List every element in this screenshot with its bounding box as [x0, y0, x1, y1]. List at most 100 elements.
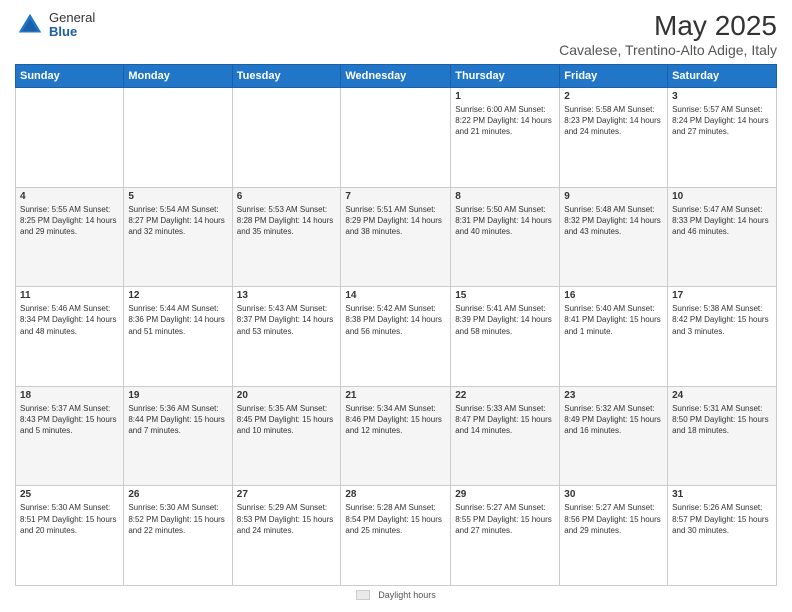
calendar-cell: 30 Sunrise: 5:27 AM Sunset: 8:56 PM Dayli… — [560, 486, 668, 586]
day-number: 10 — [672, 191, 772, 202]
calendar-cell: 6 Sunrise: 5:53 AM Sunset: 8:28 PM Daylig… — [232, 187, 341, 287]
day-number: 28 — [345, 489, 446, 500]
calendar-cell: 18Sunrise: 5:37 AM Sunset: 8:43 PM Dayli… — [16, 386, 124, 486]
header-row: SundayMondayTuesdayWednesdayThursdayFrid… — [16, 65, 777, 88]
calendar-cell: 1Sunrise: 6:00 AM Sunset: 8:22 PM Daylig… — [451, 88, 560, 188]
calendar-cell: 29Sunrise: 5:27 AM Sunset: 8:55 PM Dayli… — [451, 486, 560, 586]
logo-icon — [15, 10, 45, 40]
day-number: 30 — [564, 489, 663, 500]
day-info: Sunrise: 5:55 AM Sunset: 8:25 PM Dayligh… — [20, 204, 119, 238]
day-number: 27 — [237, 489, 337, 500]
calendar-cell: 10 Sunrise: 5:47 AM Sunset: 8:33 PM Dayli… — [668, 187, 777, 287]
calendar-cell: 9Sunrise: 5:48 AM Sunset: 8:32 PM Daylig… — [560, 187, 668, 287]
weekday-header-saturday: Saturday — [668, 65, 777, 88]
day-number: 7 — [345, 191, 446, 202]
day-info: Sunrise: 5:36 AM Sunset: 8:44 PM Dayligh… — [128, 403, 227, 437]
day-number: 6 — [237, 191, 337, 202]
day-info: Sunrise: 5:34 AM Sunset: 8:46 PM Dayligh… — [345, 403, 446, 437]
calendar-cell: 17Sunrise: 5:38 AM Sunset: 8:42 PM Dayli… — [668, 287, 777, 387]
calendar-week-4: 18Sunrise: 5:37 AM Sunset: 8:43 PM Dayli… — [16, 386, 777, 486]
day-info: Sunrise: 5:54 AM Sunset: 8:27 PM Dayligh… — [128, 204, 227, 238]
day-info: Sunrise: 5:57 AM Sunset: 8:24 PM Dayligh… — [672, 104, 772, 138]
day-info: Sunrise: 5:43 AM Sunset: 8:37 PM Dayligh… — [237, 303, 337, 337]
day-info: Sunrise: 5:46 AM Sunset: 8:34 PM Dayligh… — [20, 303, 119, 337]
calendar-cell: 23 Sunrise: 5:32 AM Sunset: 8:49 PM Dayli… — [560, 386, 668, 486]
day-info: Sunrise: 5:58 AM Sunset: 8:23 PM Dayligh… — [564, 104, 663, 138]
day-info: Sunrise: 5:47 AM Sunset: 8:33 PM Dayligh… — [672, 204, 772, 238]
day-info: Sunrise: 5:30 AM Sunset: 8:51 PM Dayligh… — [20, 502, 119, 536]
calendar-cell: 2 Sunrise: 5:58 AM Sunset: 8:23 PM Daylig… — [560, 88, 668, 188]
calendar-cell: 15 Sunrise: 5:41 AM Sunset: 8:39 PM Dayli… — [451, 287, 560, 387]
day-number: 4 — [20, 191, 119, 202]
page: General Blue May 2025 Cavalese, Trentino… — [0, 0, 792, 612]
logo: General Blue — [15, 10, 95, 40]
day-number: 13 — [237, 290, 337, 301]
title-block: May 2025 Cavalese, Trentino-Alto Adige, … — [559, 10, 777, 58]
calendar-cell: 25 Sunrise: 5:30 AM Sunset: 8:51 PM Dayli… — [16, 486, 124, 586]
calendar-cell — [124, 88, 232, 188]
day-info: Sunrise: 5:31 AM Sunset: 8:50 PM Dayligh… — [672, 403, 772, 437]
day-number: 12 — [128, 290, 227, 301]
weekday-header-friday: Friday — [560, 65, 668, 88]
calendar-cell: 16Sunrise: 5:40 AM Sunset: 8:41 PM Dayli… — [560, 287, 668, 387]
day-info: Sunrise: 5:44 AM Sunset: 8:36 PM Dayligh… — [128, 303, 227, 337]
calendar-cell: 8 Sunrise: 5:50 AM Sunset: 8:31 PM Daylig… — [451, 187, 560, 287]
calendar-cell: 20Sunrise: 5:35 AM Sunset: 8:45 PM Dayli… — [232, 386, 341, 486]
calendar-cell: 13 Sunrise: 5:43 AM Sunset: 8:37 PM Dayli… — [232, 287, 341, 387]
day-number: 14 — [345, 290, 446, 301]
calendar: SundayMondayTuesdayWednesdayThursdayFrid… — [15, 64, 777, 586]
calendar-cell — [341, 88, 451, 188]
day-number: 2 — [564, 91, 663, 102]
month-title: May 2025 — [559, 10, 777, 42]
calendar-cell: 14Sunrise: 5:42 AM Sunset: 8:38 PM Dayli… — [341, 287, 451, 387]
calendar-week-5: 25 Sunrise: 5:30 AM Sunset: 8:51 PM Dayli… — [16, 486, 777, 586]
calendar-body: 1Sunrise: 6:00 AM Sunset: 8:22 PM Daylig… — [16, 88, 777, 586]
calendar-cell: 12 Sunrise: 5:44 AM Sunset: 8:36 PM Dayli… — [124, 287, 232, 387]
weekday-header-wednesday: Wednesday — [341, 65, 451, 88]
calendar-cell — [16, 88, 124, 188]
calendar-cell: 21 Sunrise: 5:34 AM Sunset: 8:46 PM Dayli… — [341, 386, 451, 486]
calendar-cell: 26Sunrise: 5:30 AM Sunset: 8:52 PM Dayli… — [124, 486, 232, 586]
day-number: 19 — [128, 390, 227, 401]
calendar-cell: 4 Sunrise: 5:55 AM Sunset: 8:25 PM Daylig… — [16, 187, 124, 287]
footer-label: Daylight hours — [378, 590, 436, 600]
calendar-week-3: 11 Sunrise: 5:46 AM Sunset: 8:34 PM Dayli… — [16, 287, 777, 387]
header: General Blue May 2025 Cavalese, Trentino… — [15, 10, 777, 58]
day-info: Sunrise: 5:28 AM Sunset: 8:54 PM Dayligh… — [345, 502, 446, 536]
day-number: 24 — [672, 390, 772, 401]
calendar-cell: 22Sunrise: 5:33 AM Sunset: 8:47 PM Dayli… — [451, 386, 560, 486]
day-info: Sunrise: 5:50 AM Sunset: 8:31 PM Dayligh… — [455, 204, 555, 238]
day-info: Sunrise: 5:33 AM Sunset: 8:47 PM Dayligh… — [455, 403, 555, 437]
logo-text: General Blue — [49, 11, 95, 40]
weekday-header-monday: Monday — [124, 65, 232, 88]
day-number: 11 — [20, 290, 119, 301]
day-number: 9 — [564, 191, 663, 202]
day-info: Sunrise: 5:27 AM Sunset: 8:55 PM Dayligh… — [455, 502, 555, 536]
weekday-header-thursday: Thursday — [451, 65, 560, 88]
day-number: 23 — [564, 390, 663, 401]
day-number: 21 — [345, 390, 446, 401]
day-info: Sunrise: 5:26 AM Sunset: 8:57 PM Dayligh… — [672, 502, 772, 536]
day-info: Sunrise: 5:32 AM Sunset: 8:49 PM Dayligh… — [564, 403, 663, 437]
day-info: Sunrise: 5:41 AM Sunset: 8:39 PM Dayligh… — [455, 303, 555, 337]
day-info: Sunrise: 5:40 AM Sunset: 8:41 PM Dayligh… — [564, 303, 663, 337]
day-info: Sunrise: 5:38 AM Sunset: 8:42 PM Dayligh… — [672, 303, 772, 337]
day-number: 26 — [128, 489, 227, 500]
day-info: Sunrise: 5:53 AM Sunset: 8:28 PM Dayligh… — [237, 204, 337, 238]
day-number: 3 — [672, 91, 772, 102]
day-info: Sunrise: 5:29 AM Sunset: 8:53 PM Dayligh… — [237, 502, 337, 536]
calendar-cell: 11 Sunrise: 5:46 AM Sunset: 8:34 PM Dayli… — [16, 287, 124, 387]
day-number: 1 — [455, 91, 555, 102]
footer: Daylight hours — [15, 586, 777, 602]
day-info: Sunrise: 5:27 AM Sunset: 8:56 PM Dayligh… — [564, 502, 663, 536]
day-number: 15 — [455, 290, 555, 301]
calendar-cell: 28 Sunrise: 5:28 AM Sunset: 8:54 PM Dayli… — [341, 486, 451, 586]
day-number: 25 — [20, 489, 119, 500]
calendar-cell: 7Sunrise: 5:51 AM Sunset: 8:29 PM Daylig… — [341, 187, 451, 287]
calendar-cell: 5Sunrise: 5:54 AM Sunset: 8:27 PM Daylig… — [124, 187, 232, 287]
weekday-header-sunday: Sunday — [16, 65, 124, 88]
weekday-header-tuesday: Tuesday — [232, 65, 341, 88]
day-number: 31 — [672, 489, 772, 500]
day-number: 8 — [455, 191, 555, 202]
calendar-header: SundayMondayTuesdayWednesdayThursdayFrid… — [16, 65, 777, 88]
